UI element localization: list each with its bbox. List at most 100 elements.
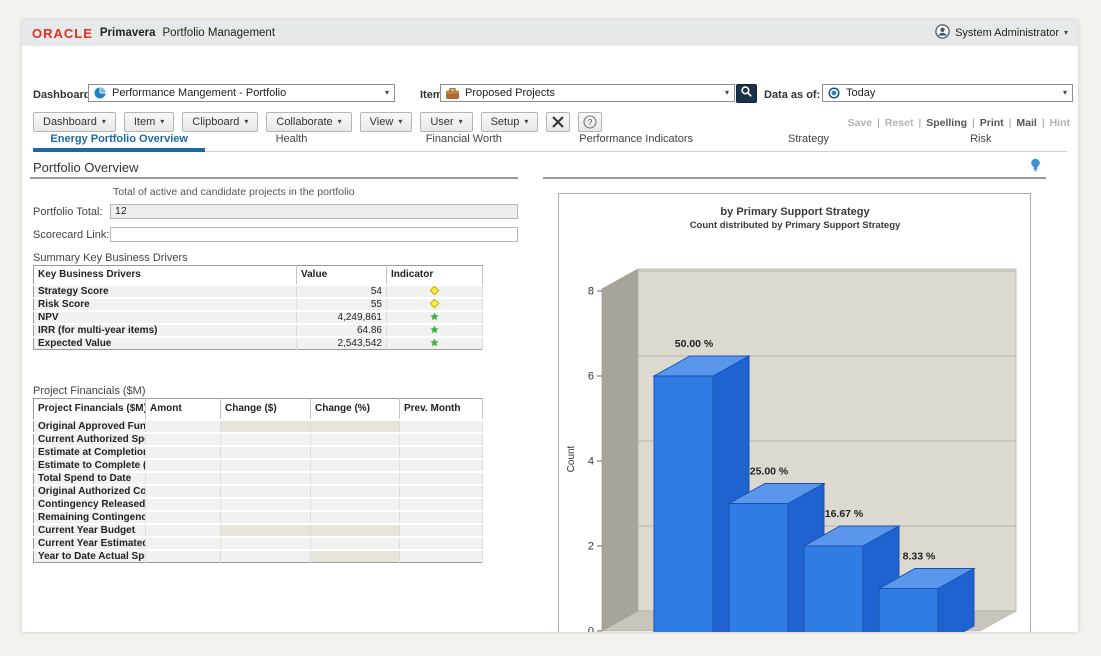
financial-cell-change_usd [221,472,311,485]
column-header[interactable]: Key Business Drivers [34,266,297,285]
bar-value-label: 25.00 % [750,466,789,478]
financial-cell-change_usd [221,420,311,433]
bar-front-face [654,376,713,632]
primavera-brand: Primavera [100,27,156,39]
financial-cell-amount [146,446,221,459]
financial-cell-prev_month [400,446,483,459]
table-row: Risk Score55 [34,298,483,311]
bar-value-label: 50.00 % [675,338,714,350]
financial-cell-change_pct [311,420,400,433]
financial-cell-change_usd [221,498,311,511]
table-row: Original Approved Fun... [34,420,483,433]
financial-cell-change_usd [221,459,311,472]
column-header[interactable]: Indicator [387,266,483,285]
financial-cell-change_usd [221,485,311,498]
financial-cell-change_pct [311,433,400,446]
user-icon [935,24,950,42]
column-header[interactable]: Change ($) [221,399,311,420]
driver-value: 54 [297,285,387,298]
driver-indicator: ★ [387,324,483,337]
search-button[interactable] [736,84,757,103]
column-header[interactable]: Change (%) [311,399,400,420]
table-row: Current Year Budget [34,524,483,537]
driver-value: 4,249,861 [297,311,387,324]
tab-health[interactable]: Health [205,128,377,151]
financial-name: Remaining Contingency [34,511,146,524]
financial-cell-change_pct [311,446,400,459]
app-window: ORACLE Primavera Portfolio Management Sy… [22,20,1078,632]
user-menu[interactable]: System Administrator ▾ [935,24,1068,42]
table-row: Remaining Contingency [34,511,483,524]
table-row: Original Authorized Co... [34,485,483,498]
driver-value: 2,543,542 [297,337,387,350]
financial-cell-change_usd [221,511,311,524]
table-row: NPV4,249,861★ [34,311,483,324]
chevron-down-icon: ▾ [102,118,106,126]
financial-cell-prev_month [400,420,483,433]
table-row: Estimate at Completion... [34,446,483,459]
driver-indicator [387,298,483,311]
financial-name: Original Authorized Co... [34,485,146,498]
financial-cell-amount [146,511,221,524]
chart-subtitle: Count distributed by Primary Support Str… [690,220,901,231]
financials-table: Project Financials ($M) Amont Change ($)… [33,398,483,563]
tab-risk[interactable]: Risk [895,128,1067,151]
column-header[interactable]: Amont [146,399,221,420]
column-header[interactable]: Prev. Month [400,399,483,420]
financial-cell-prev_month [400,537,483,550]
chevron-down-icon: ▾ [385,89,389,97]
table-row: Expected Value2,543,542★ [34,337,483,350]
star-icon: ★ [430,325,439,336]
item-value: Proposed Projects [465,87,555,99]
page-title: Portfolio Overview [33,160,138,175]
briefcase-icon [446,88,459,99]
financials-section-label: Project Financials ($M) [33,385,145,397]
column-header[interactable]: Value [297,266,387,285]
financial-name: Original Approved Fun... [34,420,146,433]
driver-indicator: ★ [387,311,483,324]
chevron-down-icon: ▾ [338,118,342,126]
driver-name: Risk Score [34,298,297,311]
lightbulb-icon[interactable] [1030,158,1041,178]
chart-title: by Primary Support Strategy [720,206,870,218]
drivers-section-label: Summary Key Business Drivers [33,252,188,264]
diamond-icon [430,298,440,308]
chevron-down-icon: ▾ [160,118,164,126]
driver-indicator: ★ [387,337,483,350]
table-row: IRR (for multi-year items)64.86★ [34,324,483,337]
data-as-of-select[interactable]: Today ▾ [822,84,1073,102]
column-header[interactable]: Project Financials ($M) [34,399,146,420]
tab-performance-indicators[interactable]: Performance Indicators [550,128,722,151]
tab-energy-portfolio-overview[interactable]: Energy Portfolio Overview [33,128,205,151]
wrench-icon [552,116,564,128]
dashboard-select[interactable]: Performance Mangement - Portfolio ▾ [88,84,395,102]
item-select[interactable]: Proposed Projects ▾ [440,84,735,102]
driver-name: Strategy Score [34,285,297,298]
svg-text:?: ? [588,117,593,127]
financial-cell-change_pct [311,550,400,563]
portfolio-total-field[interactable]: 12 [110,204,518,219]
table-row: Strategy Score54 [34,285,483,298]
table-row: Total Spend to Date [34,472,483,485]
table-row: Current Year Estimated... [34,537,483,550]
star-icon: ★ [430,312,439,323]
star-icon: ★ [430,338,439,349]
chevron-down-icon: ▾ [244,118,248,126]
clock-icon [828,87,840,99]
title-bar: ORACLE Primavera Portfolio Management Sy… [22,20,1078,46]
tab-financial-worth[interactable]: Financial Worth [378,128,550,151]
financial-cell-change_usd [221,537,311,550]
financial-name: Year to Date Actual Spe... [34,550,146,563]
driver-value: 64.86 [297,324,387,337]
pie-chart-icon [94,87,106,99]
financial-name: Estimate to Complete (... [34,459,146,472]
financial-cell-change_usd [221,524,311,537]
financial-cell-change_pct [311,537,400,550]
scorecard-link-field[interactable] [110,227,518,242]
financial-name: Current Authorized Spe... [34,433,146,446]
chevron-down-icon: ▾ [1064,29,1068,37]
tab-strategy[interactable]: Strategy [722,128,894,151]
y-tick-label: 2 [588,541,594,553]
financial-cell-change_pct [311,485,400,498]
scorecard-link-label: Scorecard Link: [33,229,109,241]
